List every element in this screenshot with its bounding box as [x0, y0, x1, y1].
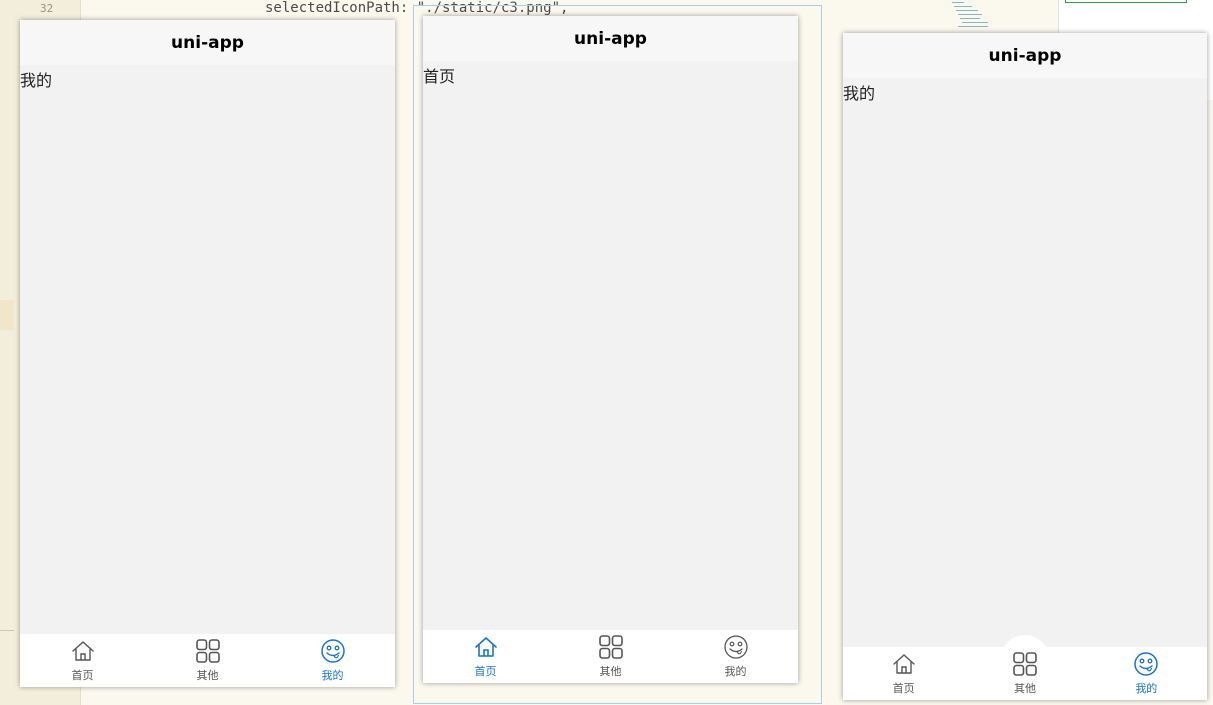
- tab-home[interactable]: 首页: [423, 630, 548, 683]
- tab-home[interactable]: 首页: [843, 647, 964, 700]
- tab-other[interactable]: 其他: [548, 630, 673, 683]
- page-content: 我的: [843, 78, 1207, 647]
- tab-home[interactable]: 首页: [20, 634, 145, 687]
- tab-other[interactable]: 其他: [964, 635, 1085, 700]
- page-text: 我的: [20, 71, 53, 90]
- tab-label: 其他: [599, 665, 622, 678]
- tab-mine[interactable]: 我的: [673, 630, 798, 683]
- tab-label: 首页: [892, 682, 915, 695]
- page-text: 首页: [423, 67, 456, 86]
- page-content: 首页: [423, 61, 798, 630]
- tab-mine[interactable]: 我的: [270, 634, 395, 687]
- tab-mine[interactable]: 我的: [1086, 647, 1207, 700]
- home-icon: [71, 641, 94, 661]
- smiley-icon: [320, 639, 345, 663]
- tab-bar: 首页 其他 我的: [843, 635, 1207, 700]
- grid-icon: [1013, 652, 1037, 676]
- tab-other[interactable]: 其他: [145, 634, 270, 687]
- phone-window-1: uni-app 我的 首页 其他 我的: [20, 20, 395, 687]
- navigation-bar: uni-app: [20, 20, 395, 65]
- editor-highlight-strip: [0, 300, 14, 330]
- tab-bar: 首页 其他 我的: [423, 630, 798, 683]
- line-number: 32: [40, 2, 54, 15]
- phone-window-2: uni-app 首页 首页 其他 我的: [423, 16, 798, 683]
- editor-divider: [0, 630, 14, 631]
- page-text: 我的: [843, 84, 876, 103]
- tab-label: 其他: [1013, 682, 1036, 695]
- smiley-icon: [723, 635, 748, 659]
- tab-bar: 首页 其他 我的: [20, 634, 395, 687]
- grid-icon: [195, 639, 220, 663]
- tab-label: 我的: [724, 665, 747, 678]
- smiley-icon: [1134, 652, 1159, 676]
- home-icon: [892, 654, 915, 674]
- navigation-bar: uni-app: [423, 16, 798, 61]
- tab-label: 首页: [71, 669, 94, 682]
- tab-label: 其他: [196, 669, 219, 682]
- page-title: uni-app: [988, 45, 1062, 66]
- tab-label: 首页: [474, 665, 497, 678]
- home-icon: [474, 637, 497, 657]
- grid-icon: [598, 635, 623, 659]
- page-title: uni-app: [574, 28, 647, 49]
- editor-side-box: [1065, 0, 1187, 3]
- editor-minimap: [948, 0, 990, 30]
- page-content: 我的: [20, 65, 395, 634]
- page-title: uni-app: [171, 32, 244, 53]
- navigation-bar: uni-app: [843, 33, 1207, 78]
- tab-label: 我的: [321, 669, 344, 682]
- phone-window-3: uni-app 我的 首页 其他 我的: [843, 33, 1207, 700]
- tab-label: 我的: [1135, 682, 1158, 695]
